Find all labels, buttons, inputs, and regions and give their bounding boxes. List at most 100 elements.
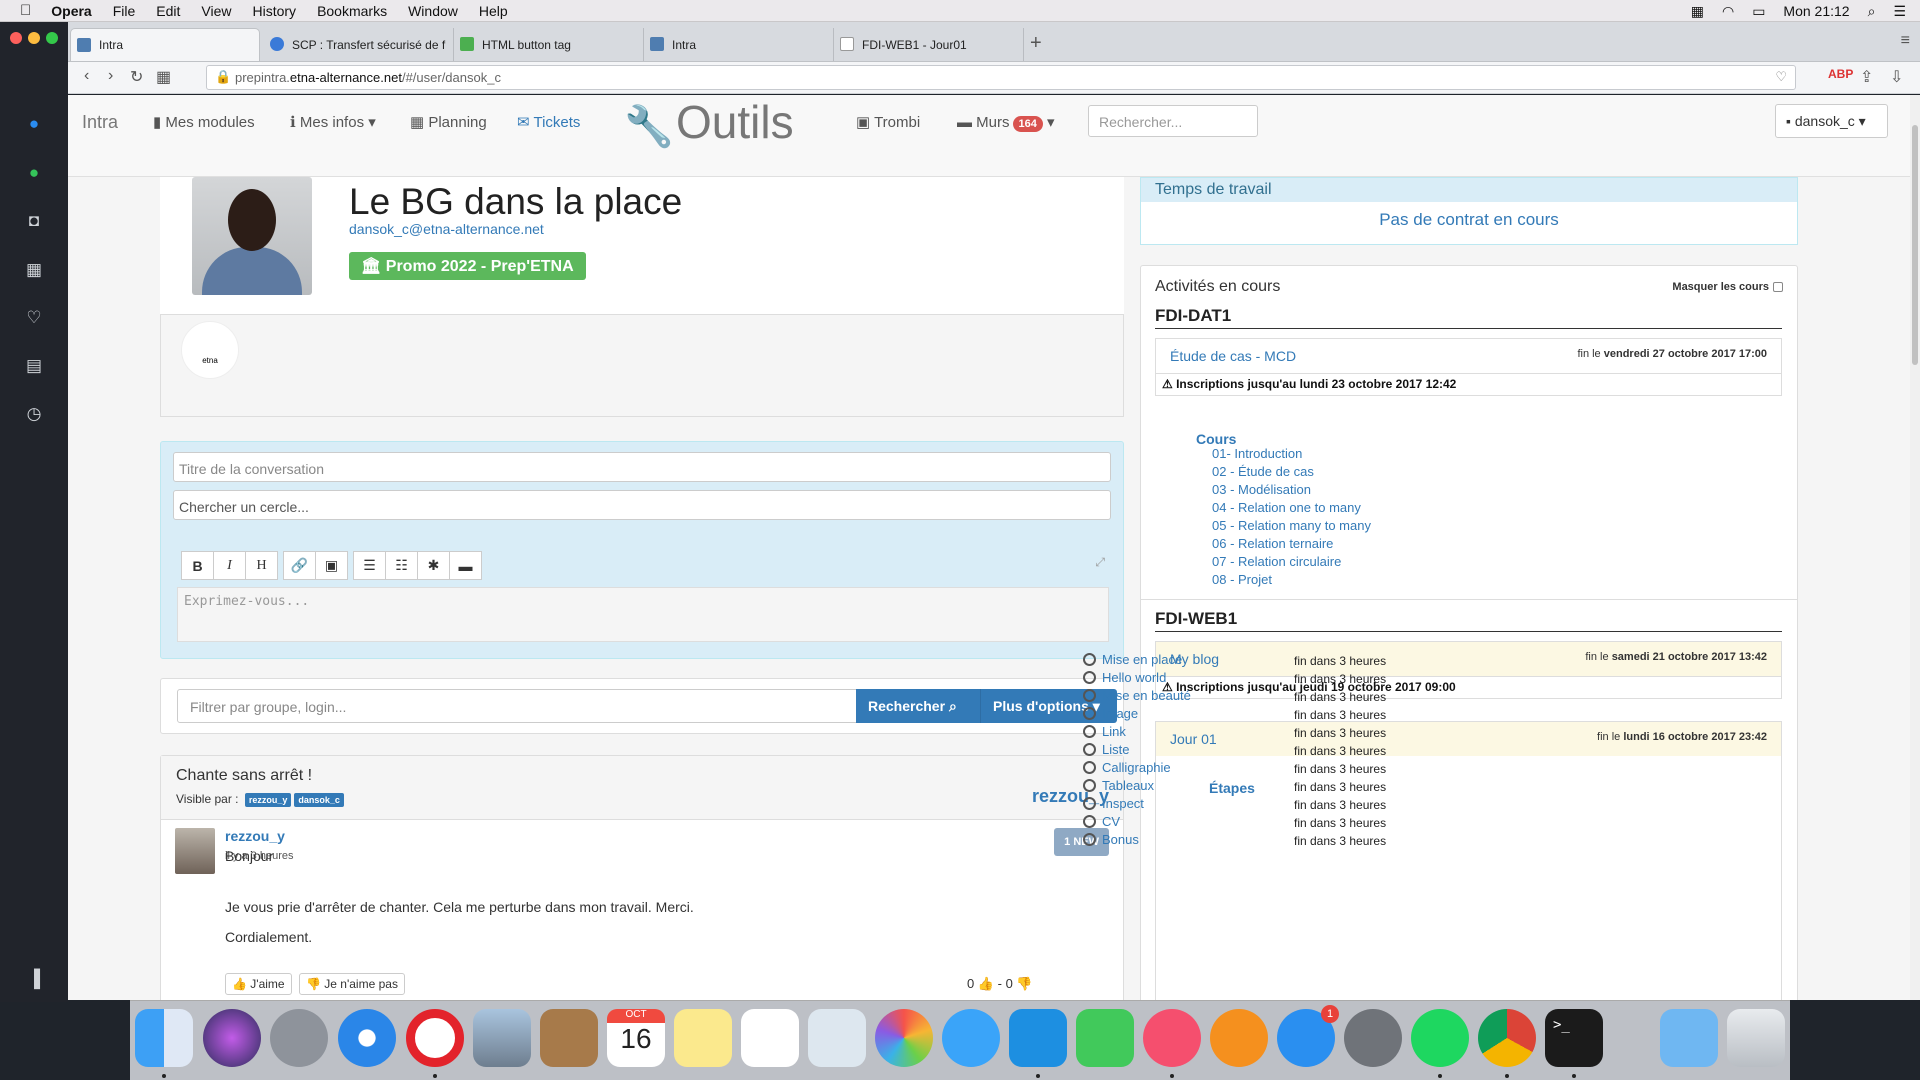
url-field[interactable]: 🔒 prepintra. etna-alternance.net/#/user/d… [206,65,1796,90]
system-preferences-icon[interactable] [1344,1009,1402,1067]
activity-name[interactable]: Jour 01 [1170,731,1217,747]
nav-search-input[interactable]: Rechercher... [1088,105,1258,137]
filter-input[interactable]: Filtrer par groupe, login... [177,689,857,723]
message-author[interactable]: rezzou_y [225,828,285,844]
step-item[interactable]: Mise en beauté [1083,688,1191,703]
nav-outils[interactable]: 🔧 Outils [616,95,836,165]
nav-tickets[interactable]: ✉ Tickets [517,113,580,131]
spotlight-icon[interactable]: ⌕ [1868,3,1876,20]
asterisk-button[interactable]: ✱ [417,551,450,580]
tab-scp[interactable]: SCP : Transfert sécurisé de f [264,28,454,61]
tabs-grid-icon[interactable]: ▦ [156,67,171,87]
airplay-icon[interactable]: ▭ [1752,3,1765,20]
camera-icon[interactable]: ◘ [22,209,46,233]
itunes-icon[interactable] [1143,1009,1201,1067]
chrome-icon[interactable] [1478,1009,1536,1067]
tab-intra-2[interactable]: Intra [644,28,834,61]
hide-courses-toggle[interactable]: Masquer les cours [1672,281,1783,293]
clock[interactable]: Mon 21:12 [1783,3,1849,19]
like-button[interactable]: 👍 J'aime [225,973,292,995]
course-link[interactable]: 01- Introduction [1212,446,1302,461]
close-window-button[interactable] [10,32,22,44]
facetime-icon[interactable] [1076,1009,1134,1067]
siri-icon[interactable] [203,1009,261,1067]
spotify-icon[interactable] [1411,1009,1469,1067]
zoom-window-button[interactable] [46,32,58,44]
course-link[interactable]: 07 - Relation circulaire [1212,554,1341,569]
course-link[interactable]: 05 - Relation many to many [1212,518,1371,533]
menu-bookmarks[interactable]: Bookmarks [317,3,387,19]
unordered-list-button[interactable]: ☰ [353,551,386,580]
tab-menu-icon[interactable]: ≡ [1901,32,1910,50]
heart-icon[interactable]: ♡ [22,306,46,330]
nav-trombi[interactable]: ▣ Trombi [856,113,920,131]
ibooks-icon[interactable] [1210,1009,1268,1067]
comment-button[interactable]: ▬ [449,551,482,580]
menu-edit[interactable]: Edit [156,3,180,19]
menu-view[interactable]: View [201,3,231,19]
course-link[interactable]: 08 - Projet [1212,572,1272,587]
post-title[interactable]: Chante sans arrêt ! [176,767,312,785]
activity-name[interactable]: Étude de cas - MCD [1170,348,1296,364]
scrollbar-thumb[interactable] [1912,125,1918,365]
reload-icon[interactable]: ↻ [130,67,143,87]
step-item[interactable]: Mise en place [1083,652,1182,667]
trash-icon[interactable] [1727,1009,1785,1067]
contacts-icon[interactable] [540,1009,598,1067]
whatsapp-icon[interactable]: ● [22,161,46,185]
course-link[interactable]: 02 - Étude de cas [1212,464,1314,479]
tab-html-button[interactable]: HTML button tag [454,28,644,61]
tab-fdi-web1[interactable]: FDI-WEB1 - Jour01 [834,28,1024,61]
window-layout-icon[interactable]: ▦ [1691,3,1704,20]
news-icon[interactable]: ▤ [22,354,46,378]
nav-planning[interactable]: ▦ Planning [410,113,487,131]
speed-dial-icon[interactable]: ▦ [22,258,46,282]
course-link[interactable]: 06 - Relation ternaire [1212,536,1333,551]
history-icon[interactable]: ◷ [22,402,46,426]
preview-icon[interactable] [473,1009,531,1067]
bookmark-heart-icon[interactable]: ♡ [1775,69,1787,85]
link-button[interactable]: 🔗 [283,551,316,580]
course-link[interactable]: 03 - Modélisation [1212,482,1311,497]
menu-help[interactable]: Help [479,3,508,19]
share-icon[interactable]: ⇪ [1860,67,1873,87]
apple-icon[interactable]:  [20,2,31,19]
maps-icon[interactable] [808,1009,866,1067]
ordered-list-button[interactable]: ☷ [385,551,418,580]
safari-icon[interactable] [338,1009,396,1067]
course-link[interactable]: 04 - Relation one to many [1212,500,1361,515]
menu-window[interactable]: Window [408,3,458,19]
fullscreen-icon[interactable]: ⤢ [1095,555,1105,570]
dislike-button[interactable]: 👎 Je n'aime pas [299,973,405,995]
step-item[interactable]: Calligraphie [1083,760,1171,775]
search-button[interactable]: Rechercher ⌕ [856,689,980,723]
back-icon[interactable]: ‹ [84,67,89,85]
launchpad-icon[interactable] [270,1009,328,1067]
heading-button[interactable]: H [245,551,278,580]
new-tab-icon[interactable]: + [1030,32,1042,55]
step-item[interactable]: Inspect [1083,796,1144,811]
step-item[interactable]: Tableaux [1083,778,1154,793]
sidebar-toggle-icon[interactable]: ▐ [22,967,46,991]
nav-modules[interactable]: ▮ Mes modules [153,113,255,131]
nav-infos[interactable]: ℹ Mes infos ▾ [290,113,376,131]
minimize-window-button[interactable] [28,32,40,44]
notification-center-icon[interactable]: ☰ [1893,3,1906,20]
tab-intra-active[interactable]: Intra [70,28,260,61]
hide-courses-checkbox[interactable] [1773,282,1783,293]
menu-file[interactable]: File [113,3,136,19]
menu-history[interactable]: History [253,3,297,19]
step-item[interactable]: Image [1083,706,1138,721]
messenger-icon[interactable]: ● [22,112,46,136]
image-button[interactable]: ▣ [315,551,348,580]
circle-search-input[interactable]: Chercher un cercle... [173,490,1111,520]
profile-email[interactable]: dansok_c@etna-alternance.net [349,221,544,237]
finder-icon[interactable] [135,1009,193,1067]
calendar-icon[interactable]: OCT 16 [607,1009,665,1067]
sourcetree-icon[interactable] [1009,1009,1067,1067]
downloads-folder-icon[interactable] [1660,1009,1718,1067]
forward-icon[interactable]: › [108,67,113,85]
message-editor[interactable]: Exprimez-vous... [177,587,1109,642]
step-item[interactable]: Bonus [1083,832,1139,847]
step-item[interactable]: CV [1083,814,1120,829]
